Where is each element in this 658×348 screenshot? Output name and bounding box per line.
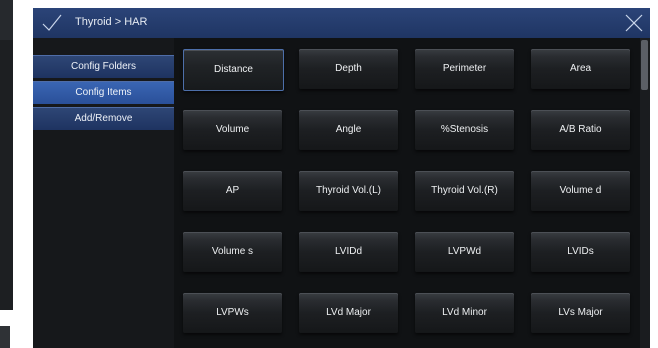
close-icon[interactable] — [624, 13, 644, 33]
scroll-thumb[interactable] — [641, 40, 648, 90]
grid-button-depth[interactable]: Depth — [299, 49, 398, 89]
grid-button-lvidd[interactable]: LVIDd — [299, 232, 398, 272]
grid-button-lvids[interactable]: LVIDs — [531, 232, 630, 272]
measurement-grid: Distance Depth Perimeter Area Volume Ang… — [174, 38, 640, 348]
grid-button-perimeter[interactable]: Perimeter — [415, 49, 514, 89]
grid-button-area[interactable]: Area — [531, 49, 630, 89]
grid-button-volume-s[interactable]: Volume s — [183, 232, 282, 272]
grid-button-volume-d[interactable]: Volume d — [531, 171, 630, 211]
grid-button-ab-ratio[interactable]: A/B Ratio — [531, 110, 630, 150]
page-title: Thyroid > HAR — [75, 16, 148, 28]
grid-button-angle[interactable]: Angle — [299, 110, 398, 150]
grid-button-lvd-major[interactable]: LVd Major — [299, 293, 398, 333]
grid-button-lvs-major[interactable]: LVs Major — [531, 293, 630, 333]
background-window-corner — [0, 326, 10, 348]
config-dialog: Thyroid > HAR Config Folders Config Item… — [33, 8, 650, 348]
grid-button-ap[interactable]: AP — [183, 171, 282, 211]
sidebar: Config Folders Config Items Add/Remove — [33, 38, 174, 348]
sidebar-item-config-folders[interactable]: Config Folders — [33, 55, 174, 78]
grid-button-stenosis[interactable]: %Stenosis — [415, 110, 514, 150]
grid-button-thyroid-vol-l[interactable]: Thyroid Vol.(L) — [299, 171, 398, 211]
dialog-titlebar: Thyroid > HAR — [33, 8, 650, 38]
sidebar-item-add-remove[interactable]: Add/Remove — [33, 107, 174, 130]
grid-button-lvpws[interactable]: LVPWs — [183, 293, 282, 333]
grid-button-lvd-minor[interactable]: LVd Minor — [415, 293, 514, 333]
grid-button-thyroid-vol-r[interactable]: Thyroid Vol.(R) — [415, 171, 514, 211]
scrollbar[interactable] — [640, 38, 650, 348]
background-window-edge-lower — [0, 40, 13, 310]
grid-button-distance[interactable]: Distance — [183, 49, 284, 91]
check-icon — [42, 14, 62, 31]
sidebar-item-config-items[interactable]: Config Items — [33, 81, 174, 104]
grid-button-lvpwd[interactable]: LVPWd — [415, 232, 514, 272]
grid-button-volume[interactable]: Volume — [183, 110, 282, 150]
